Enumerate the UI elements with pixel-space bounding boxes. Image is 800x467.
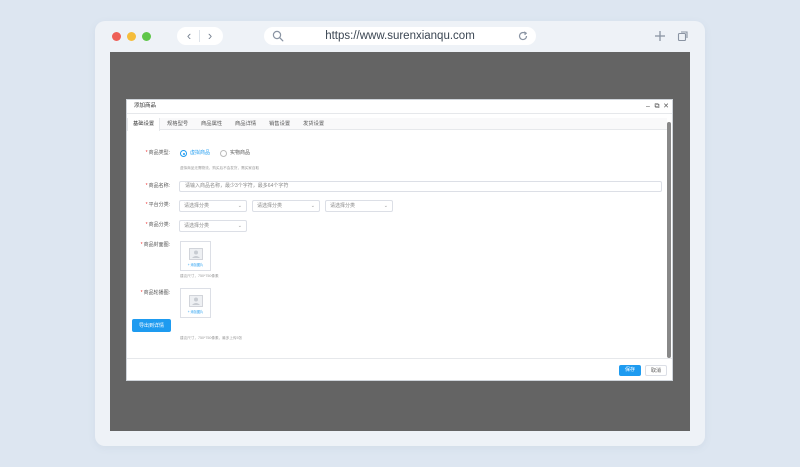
browser-window: ‹ › https://www.surenxianqu.com 添加商品 – ⧉…: [95, 21, 705, 446]
add-product-dialog: 添加商品 – ⧉ ✕ 基础设置 规格型号 商品属性 商品详情 销售设置 发货设置…: [126, 99, 673, 381]
url-text: https://www.surenxianqu.com: [325, 30, 475, 42]
image-placeholder-icon: [189, 295, 203, 307]
zoom-window-button[interactable]: [142, 32, 151, 41]
tab-attributes[interactable]: 商品属性: [196, 118, 227, 130]
product-type-hint: 虚拟商品无需物流，购买后不会发货，需买家自取: [180, 166, 260, 170]
product-category-select[interactable]: 请选择分类 ⌄: [179, 220, 247, 232]
tab-specifications[interactable]: 规格型号: [162, 118, 193, 130]
close-window-button[interactable]: [112, 32, 121, 41]
forward-icon[interactable]: ›: [201, 29, 219, 43]
tabs-icon[interactable]: [676, 29, 690, 43]
cancel-button[interactable]: 取消: [645, 365, 667, 376]
dialog-title: 添加商品: [134, 103, 157, 109]
tab-shipping-settings[interactable]: 发货设置: [298, 118, 329, 130]
page-viewport: 添加商品 – ⧉ ✕ 基础设置 规格型号 商品属性 商品详情 销售设置 发货设置…: [110, 52, 690, 431]
radio-physical-product-label[interactable]: 实物商品: [230, 150, 250, 157]
chevron-down-icon: ⌄: [237, 223, 242, 229]
back-icon[interactable]: ‹: [180, 29, 198, 43]
tab-sales-settings[interactable]: 销售设置: [264, 118, 295, 130]
radio-virtual-product-label[interactable]: 虚拟商品: [190, 150, 210, 157]
new-tab-icon[interactable]: [653, 29, 667, 43]
platform-category-label: *平台分类:: [145, 202, 170, 208]
cover-image-upload[interactable]: + 添加图片: [180, 241, 211, 271]
carousel-image-hint: 建议尺寸，750*750像素，最多上传5张: [180, 336, 243, 340]
carousel-image-label: *商品轮播图:: [140, 290, 170, 296]
navigation-buttons: ‹ ›: [177, 27, 223, 45]
tab-details[interactable]: 商品详情: [230, 118, 261, 130]
platform-category-select-1[interactable]: 请选择分类 ⌄: [179, 200, 247, 212]
platform-category-select-3[interactable]: 请选择分类 ⌄: [325, 200, 393, 212]
cover-image-label: *商品封面图:: [140, 242, 170, 248]
maximize-icon[interactable]: ⧉: [653, 102, 661, 111]
reload-icon[interactable]: [517, 30, 529, 42]
add-image-text: + 添加图片: [187, 310, 204, 314]
scrollbar[interactable]: [667, 122, 671, 358]
save-button[interactable]: 保存: [619, 365, 641, 376]
dialog-title-bar: 添加商品 – ⧉ ✕: [127, 100, 672, 114]
dialog-footer: 保存 取消: [127, 358, 672, 380]
address-bar[interactable]: https://www.surenxianqu.com: [264, 27, 536, 45]
chevron-down-icon: ⌄: [310, 203, 315, 209]
chevron-down-icon: ⌄: [383, 203, 388, 209]
add-image-text: + 添加图片: [187, 263, 204, 267]
carousel-image-upload[interactable]: + 添加图片: [180, 288, 211, 318]
tab-bar: 基础设置 规格型号 商品属性 商品详情 销售设置 发货设置: [127, 118, 667, 131]
minimize-window-button[interactable]: [127, 32, 136, 41]
cover-image-hint: 建议尺寸，750*750像素: [180, 274, 219, 278]
product-type-label: *商品类型:: [145, 150, 170, 156]
export-to-details-button[interactable]: 导出到详情: [132, 319, 171, 332]
radio-physical-product[interactable]: [220, 150, 227, 157]
close-icon[interactable]: ✕: [662, 102, 670, 111]
image-placeholder-icon: [189, 248, 203, 260]
chevron-down-icon: ⌄: [237, 203, 242, 209]
nav-divider: [199, 30, 200, 42]
tab-basic-settings[interactable]: 基础设置: [127, 118, 161, 131]
product-name-input[interactable]: 请输入商品名称，最少3个字符，最多64个字符: [179, 181, 662, 192]
platform-category-select-2[interactable]: 请选择分类 ⌄: [252, 200, 320, 212]
minimize-icon[interactable]: –: [644, 102, 652, 111]
product-category-label: *商品分类:: [145, 222, 170, 228]
radio-virtual-product[interactable]: [180, 150, 187, 157]
product-name-label: *商品名称:: [145, 183, 170, 189]
